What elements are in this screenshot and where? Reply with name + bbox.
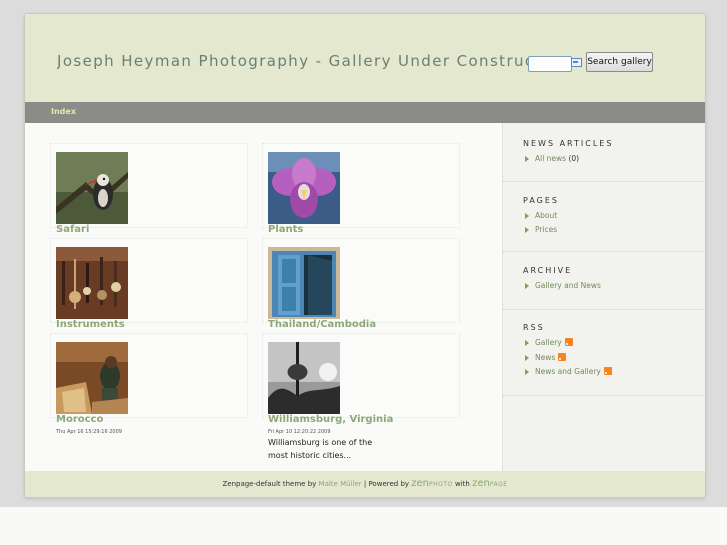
album-thumbnail-instruments[interactable] [56, 247, 128, 319]
footer-with-text: with [455, 480, 470, 488]
sidebar-news-section: NEWS ARTICLES All news (0) [503, 123, 705, 182]
album-title-morocco[interactable]: Morocco [56, 414, 103, 425]
album-title-williamsburg[interactable]: Williamsburg, Virginia [268, 414, 393, 425]
album-thumbnail-thailand-cambodia[interactable] [268, 247, 340, 319]
search-options-icon[interactable] [571, 58, 582, 67]
sidebar-pages-section: PAGES About Prices [503, 181, 705, 252]
site-title[interactable]: Joseph Heyman Photography - Gallery Unde… [57, 52, 529, 70]
news-count: (0) [568, 154, 580, 163]
album-description-williamsburg: Williamsburg is one of the most historic… [268, 438, 373, 460]
sidebar: NEWS ARTICLES All news (0) PAGES About P… [502, 123, 705, 471]
sidebar-item-about[interactable]: About [525, 211, 557, 220]
album-title-safari[interactable]: Safari [56, 224, 89, 235]
arrow-bullet-icon [525, 340, 529, 346]
search-gallery-button[interactable]: Search gallery [586, 52, 653, 72]
arrow-bullet-icon [525, 369, 529, 375]
rss-feed-icon[interactable] [564, 338, 573, 346]
arrow-bullet-icon [525, 213, 529, 219]
album-date-williamsburg: Fri Apr 10 12:20:22 2009 [268, 429, 331, 435]
breadcrumb-bar: Index [25, 102, 705, 123]
footer-author-link[interactable]: Malte Müller [319, 480, 362, 488]
album-date-morocco: Thu Apr 16 15:29:16 2009 [56, 429, 122, 435]
album-thumbnail-morocco[interactable] [56, 342, 128, 414]
sidebar-item-rss-news-and-gallery[interactable]: News and Gallery [525, 367, 612, 376]
album-title-instruments[interactable]: Instruments [56, 319, 125, 330]
window-bottom-strip [0, 507, 727, 545]
site-header: Joseph Heyman Photography - Gallery Unde… [25, 14, 705, 102]
sidebar-archive-section: ARCHIVE Gallery and News [503, 251, 705, 310]
album-title-plants[interactable]: Plants [268, 224, 303, 235]
sidebar-heading-archive: ARCHIVE [523, 266, 573, 275]
arrow-bullet-icon [525, 227, 529, 233]
sidebar-item-gallery-and-news[interactable]: Gallery and News [525, 281, 601, 290]
site-footer: Zenpage-default theme by Malte Müller | … [25, 471, 705, 497]
zenpage-logo-link[interactable]: zenPAGE [472, 478, 507, 489]
zenphoto-logo-link[interactable]: zenPHOTO [411, 478, 453, 489]
sidebar-item-rss-gallery[interactable]: Gallery [525, 338, 573, 347]
sidebar-item-all-news[interactable]: All news (0) [525, 154, 579, 163]
page-container: Joseph Heyman Photography - Gallery Unde… [24, 13, 706, 498]
sidebar-item-prices[interactable]: Prices [525, 225, 557, 234]
footer-theme-text: Zenpage-default theme by [222, 480, 317, 488]
album-grid: Safari Plants Instruments Thailand/Cambo… [25, 123, 502, 471]
sidebar-heading-rss: RSS [523, 323, 545, 332]
arrow-bullet-icon [525, 355, 529, 361]
breadcrumb-index-link[interactable]: Index [51, 107, 76, 116]
rss-feed-icon[interactable] [603, 367, 612, 375]
sidebar-heading-pages: PAGES [523, 196, 559, 205]
arrow-bullet-icon [525, 156, 529, 162]
sidebar-item-rss-news[interactable]: News [525, 353, 567, 362]
rss-feed-icon[interactable] [558, 353, 567, 361]
album-thumbnail-plants[interactable] [268, 152, 340, 224]
sidebar-rss-section: RSS Gallery News News and Gallery [503, 309, 705, 396]
album-title-thailand-cambodia[interactable]: Thailand/Cambodia [268, 319, 376, 330]
sidebar-heading-news: NEWS ARTICLES [523, 139, 614, 148]
album-thumbnail-williamsburg[interactable] [268, 342, 340, 414]
arrow-bullet-icon [525, 283, 529, 289]
album-thumbnail-safari[interactable] [56, 152, 128, 224]
footer-powered-text: | Powered by [363, 480, 410, 488]
search-input[interactable] [528, 56, 572, 72]
